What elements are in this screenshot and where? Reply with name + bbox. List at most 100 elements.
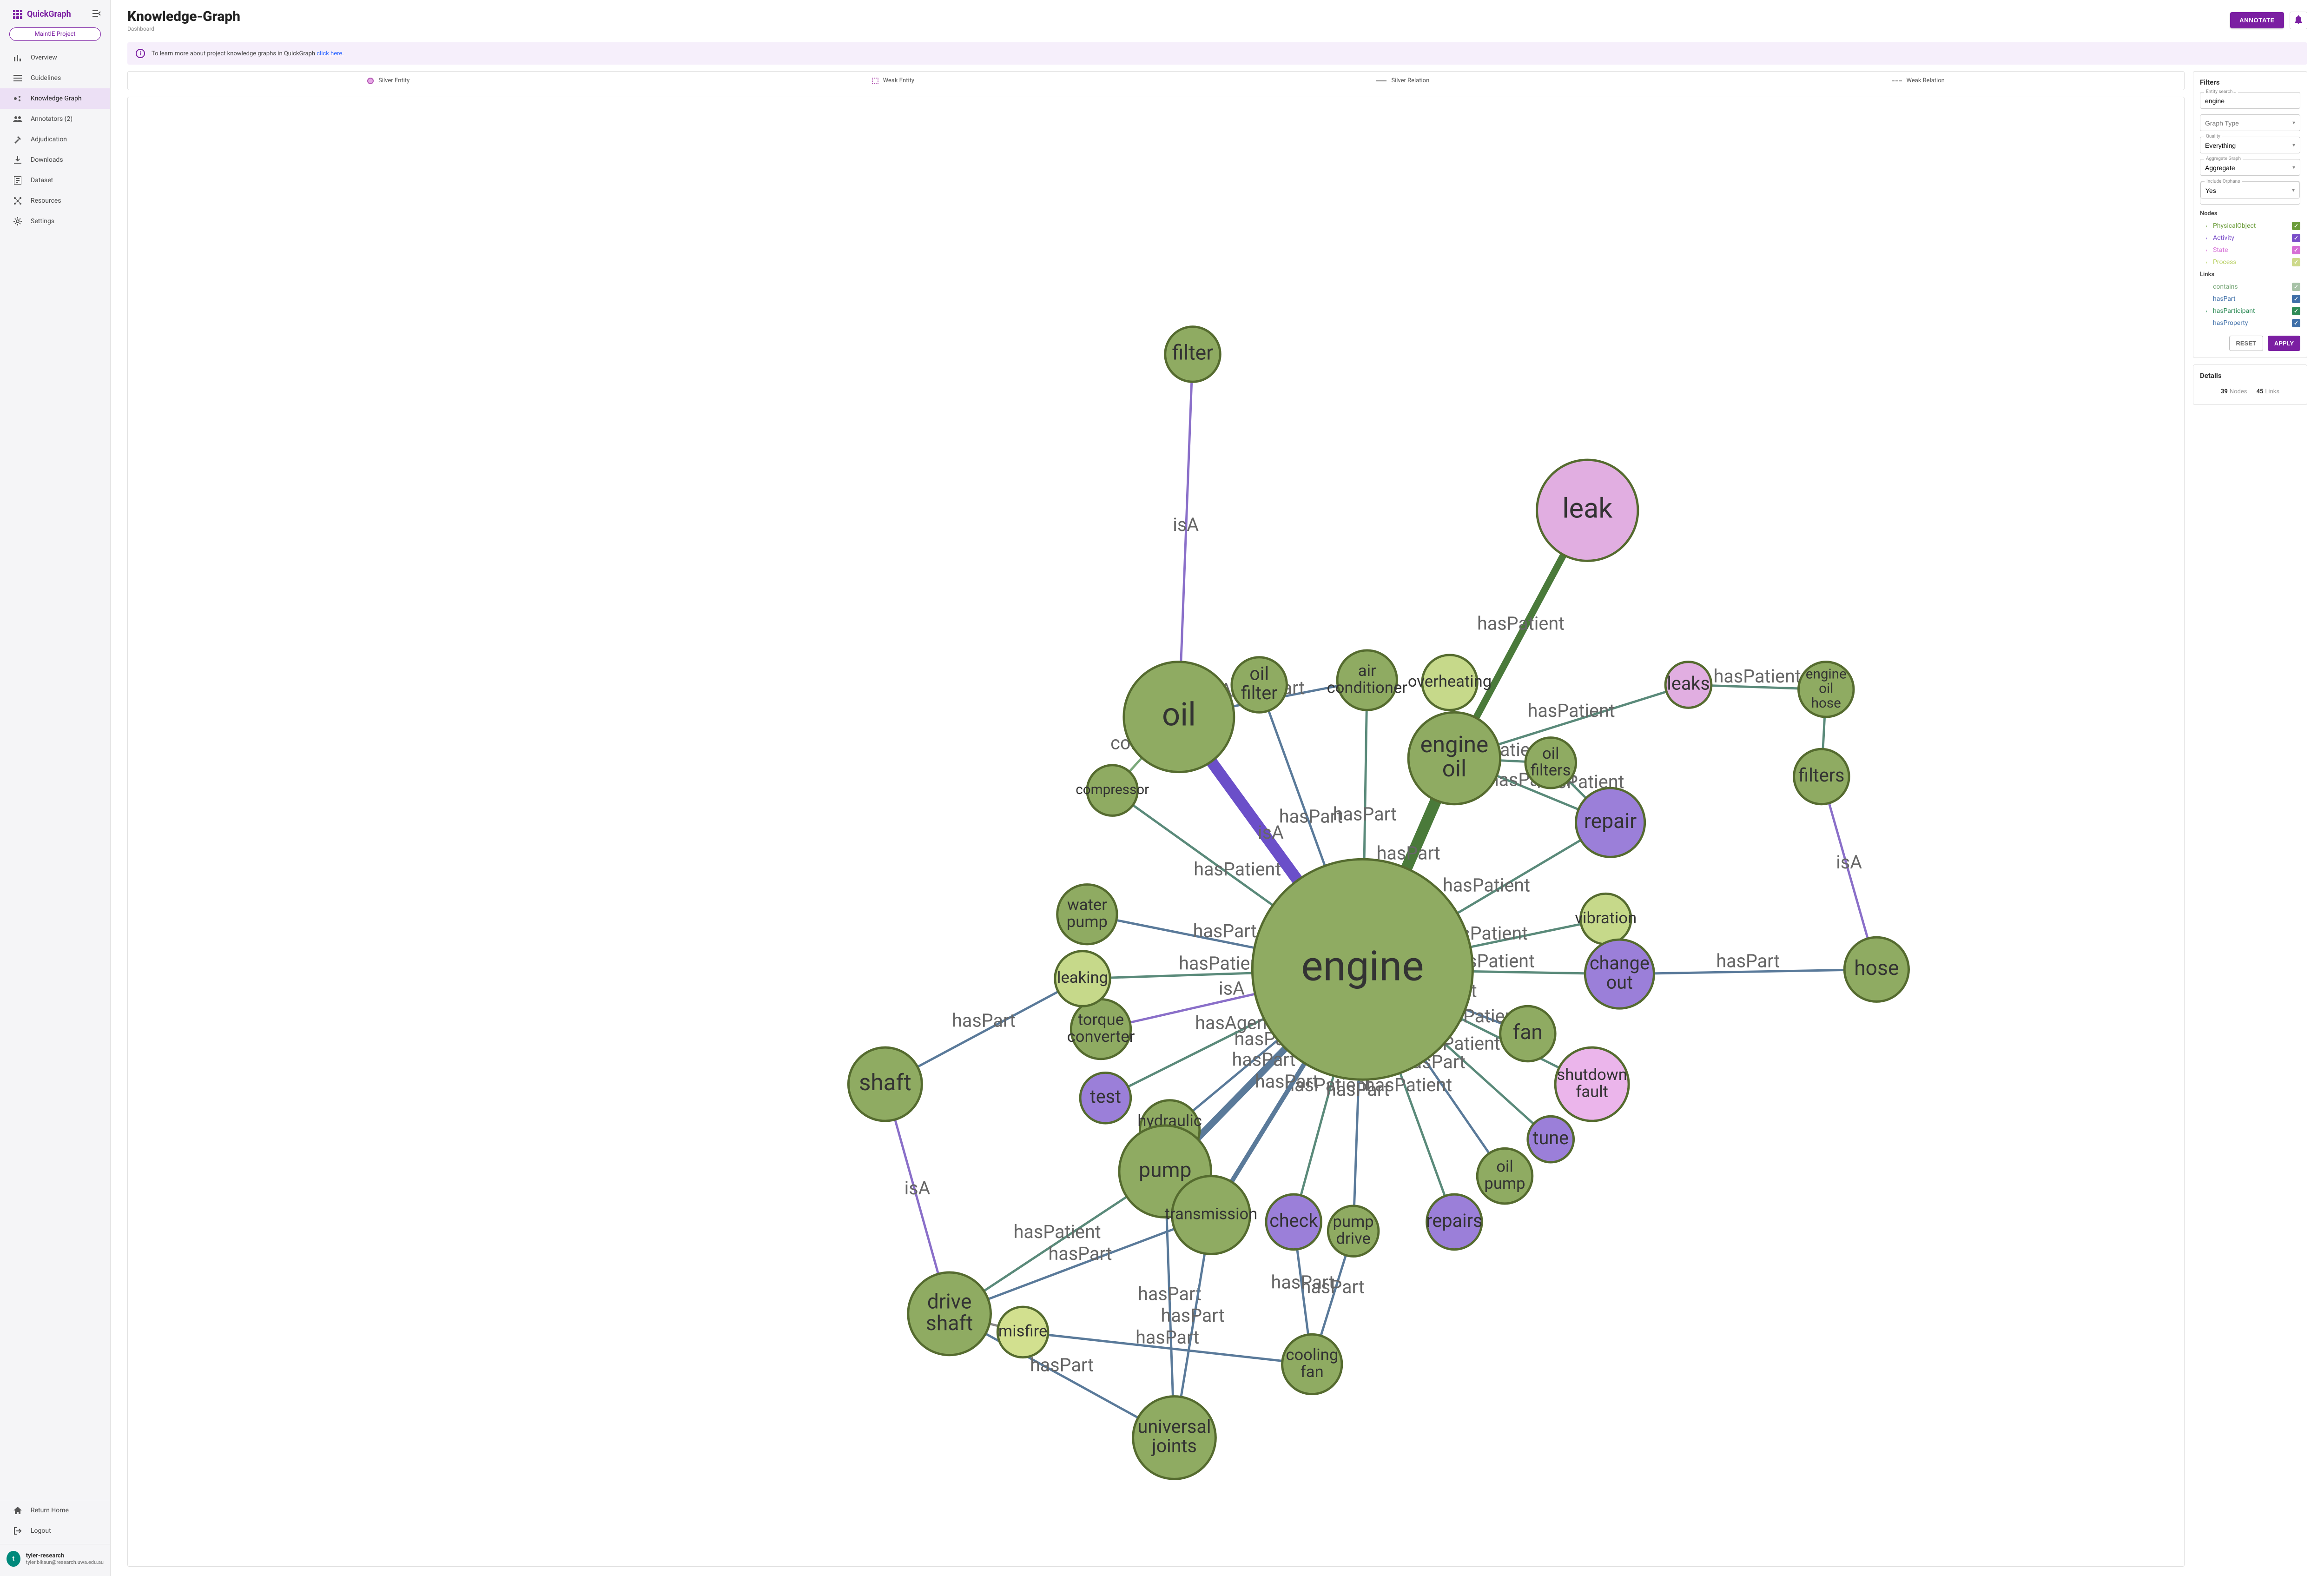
sidebar-item-label: Adjudication — [31, 136, 67, 143]
graph-node-filters[interactable]: filters — [1794, 749, 1849, 804]
graph-node-shutdown[interactable]: shutdownfault — [1555, 1047, 1629, 1121]
aggregate-select[interactable] — [2200, 159, 2300, 175]
sidebar-item-label: Settings — [31, 218, 54, 225]
tree-item-physicalobject[interactable]: ›PhysicalObject✓ — [2200, 220, 2300, 232]
graph-node-shaft[interactable]: shaft — [848, 1047, 922, 1121]
tree-item-state[interactable]: ›State✓ — [2200, 244, 2300, 256]
graph-node-oil_pump[interactable]: oilpump — [1477, 1148, 1532, 1204]
orphans-group[interactable]: Include Orphans ▼ — [2200, 181, 2300, 205]
sidebar-item-overview[interactable]: Overview — [0, 47, 110, 68]
graph-node-tune[interactable]: tune — [1528, 1116, 1574, 1162]
graph-type-group[interactable]: ▼ — [2200, 114, 2300, 131]
tree-item-haspart[interactable]: hasPart✓ — [2200, 293, 2300, 305]
bar-chart-icon — [13, 53, 22, 62]
info-link[interactable]: click here. — [317, 50, 343, 57]
checkbox-checked-icon[interactable]: ✓ — [2292, 307, 2300, 315]
bell-icon — [2295, 15, 2302, 25]
knowledge-graph-svg[interactable]: isAhasParthasPatientisAisAhasParthasPati… — [128, 97, 2184, 1566]
graph-node-engine[interactable]: engine — [1252, 859, 1472, 1079]
checkbox-checked-icon[interactable]: ✓ — [2292, 234, 2300, 242]
graph-node-filter[interactable]: filter — [1165, 327, 1221, 382]
graph-node-drive_shaft[interactable]: driveshaft — [908, 1272, 991, 1355]
sidebar-item-guidelines[interactable]: Guidelines — [0, 68, 110, 88]
graph-node-change_out[interactable]: changeout — [1585, 940, 1654, 1008]
checkbox-checked-icon[interactable]: ✓ — [2292, 319, 2300, 327]
user-info: tyler-research tyler.bikaun@research.uwa… — [26, 1552, 104, 1565]
graph-node-torque[interactable]: torqueconverter — [1067, 999, 1135, 1059]
sidebar-item-logout[interactable]: Logout — [0, 1521, 110, 1541]
graph-node-repair[interactable]: repair — [1576, 788, 1645, 857]
graph-column: Silver Entity Weak Entity Silver Relatio… — [127, 71, 2185, 1567]
project-chip-row: MaintIE Project — [0, 24, 110, 47]
graph-node-oil_filters[interactable]: oilfilters — [1525, 738, 1576, 788]
tree-item-process[interactable]: ›Process✓ — [2200, 256, 2300, 268]
sidebar-item-adjudication[interactable]: Adjudication — [0, 129, 110, 150]
chevron-right-icon: › — [2204, 308, 2209, 314]
quality-group[interactable]: Quality ▼ — [2200, 137, 2300, 153]
nodes-section-label: Nodes — [2200, 210, 2300, 217]
checkbox-checked-icon[interactable]: ✓ — [2292, 283, 2300, 291]
notifications-button[interactable] — [2290, 12, 2307, 29]
graph-canvas[interactable]: isAhasParthasPatientisAisAhasParthasPati… — [127, 97, 2185, 1567]
sidebar-item-downloads[interactable]: Downloads — [0, 150, 110, 170]
graph-node-pump_drive[interactable]: pumpdrive — [1328, 1206, 1379, 1257]
graph-node-leaking[interactable]: leaking — [1055, 951, 1110, 1007]
graph-node-vibration[interactable]: vibration — [1575, 894, 1637, 944]
graph-node-engine_oil[interactable]: engineoil — [1408, 712, 1500, 804]
sidebar-item-label: Dataset — [31, 177, 53, 184]
graph-node-eoh[interactable]: engineoilhose — [1799, 662, 1854, 717]
checkbox-checked-icon[interactable]: ✓ — [2292, 246, 2300, 254]
graph-node-leaks[interactable]: leaks — [1665, 662, 1711, 708]
entity-search-input[interactable] — [2200, 93, 2300, 108]
graph-edge-label: hasPart — [1136, 1326, 1199, 1348]
graph-node-cooling_fan[interactable]: coolingfan — [1282, 1334, 1342, 1394]
people-icon — [13, 114, 22, 124]
reset-button[interactable]: RESET — [2229, 336, 2263, 351]
graph-node-oil_filter[interactable]: oilfilter — [1232, 657, 1287, 713]
graph-node-test[interactable]: test — [1080, 1073, 1131, 1123]
legend-weak-entity: Weak Entity — [872, 77, 915, 84]
project-chip[interactable]: MaintIE Project — [9, 27, 101, 41]
sidebar-item-dataset[interactable]: Dataset — [0, 170, 110, 191]
sidebar-item-return-home[interactable]: Return Home — [0, 1500, 110, 1521]
graph-node-fan[interactable]: fan — [1500, 1006, 1556, 1061]
user-row[interactable]: t tyler-research tyler.bikaun@research.u… — [0, 1544, 110, 1576]
dashed-line-icon — [1892, 80, 1902, 81]
scatter-icon — [13, 94, 22, 103]
quality-select[interactable] — [2200, 137, 2300, 153]
tree-item-contains[interactable]: contains✓ — [2200, 281, 2300, 293]
tree-item-activity[interactable]: ›Activity✓ — [2200, 232, 2300, 244]
sidebar-item-annotators-2-[interactable]: Annotators (2) — [0, 109, 110, 129]
article-icon — [13, 176, 22, 185]
apply-button[interactable]: APPLY — [2268, 336, 2300, 351]
graph-node-check[interactable]: check — [1266, 1194, 1321, 1250]
aggregate-group[interactable]: Aggregate Graph ▼ — [2200, 159, 2300, 176]
graph-type-select[interactable] — [2200, 115, 2300, 131]
graph-edge-label: hasPart — [1193, 920, 1257, 942]
annotate-button[interactable]: ANNOTATE — [2230, 12, 2284, 28]
checkbox-checked-icon[interactable]: ✓ — [2292, 258, 2300, 266]
avatar: t — [7, 1551, 20, 1567]
graph-edge-label: hasPart — [1279, 805, 1343, 827]
graph-node-universal[interactable]: universaljoints — [1133, 1397, 1216, 1479]
checkbox-checked-icon[interactable]: ✓ — [2292, 222, 2300, 230]
tree-item-hasproperty[interactable]: hasProperty✓ — [2200, 317, 2300, 329]
collapse-sidebar-icon[interactable] — [92, 10, 101, 19]
graph-node-air_cond[interactable]: airconditioner — [1327, 650, 1408, 710]
tree-item-hasparticipant[interactable]: ›hasParticipant✓ — [2200, 305, 2300, 317]
graph-node-hose[interactable]: hose — [1844, 937, 1908, 1001]
checkbox-checked-icon[interactable]: ✓ — [2292, 295, 2300, 303]
user-email: tyler.bikaun@research.uwa.edu.au — [26, 1559, 104, 1565]
graph-node-overheating[interactable]: overheating — [1408, 655, 1492, 710]
graph-node-water_pump[interactable]: waterpump — [1057, 885, 1117, 944]
graph-node-oil[interactable]: oil — [1124, 662, 1234, 772]
graph-node-leak[interactable]: leak — [1537, 460, 1638, 561]
graph-node-misfire[interactable]: misfire — [997, 1307, 1048, 1357]
sidebar-item-resources[interactable]: Resources — [0, 191, 110, 211]
sidebar-item-settings[interactable]: Settings — [0, 211, 110, 232]
chevron-right-icon: › — [2204, 235, 2209, 241]
sidebar-item-knowledge-graph[interactable]: Knowledge Graph — [0, 88, 110, 109]
graph-node-repairs[interactable]: repairs — [1426, 1194, 1482, 1250]
orphans-select[interactable] — [2201, 182, 2299, 198]
page-header: Knowledge-Graph Dashboard ANNOTATE — [111, 0, 2324, 39]
